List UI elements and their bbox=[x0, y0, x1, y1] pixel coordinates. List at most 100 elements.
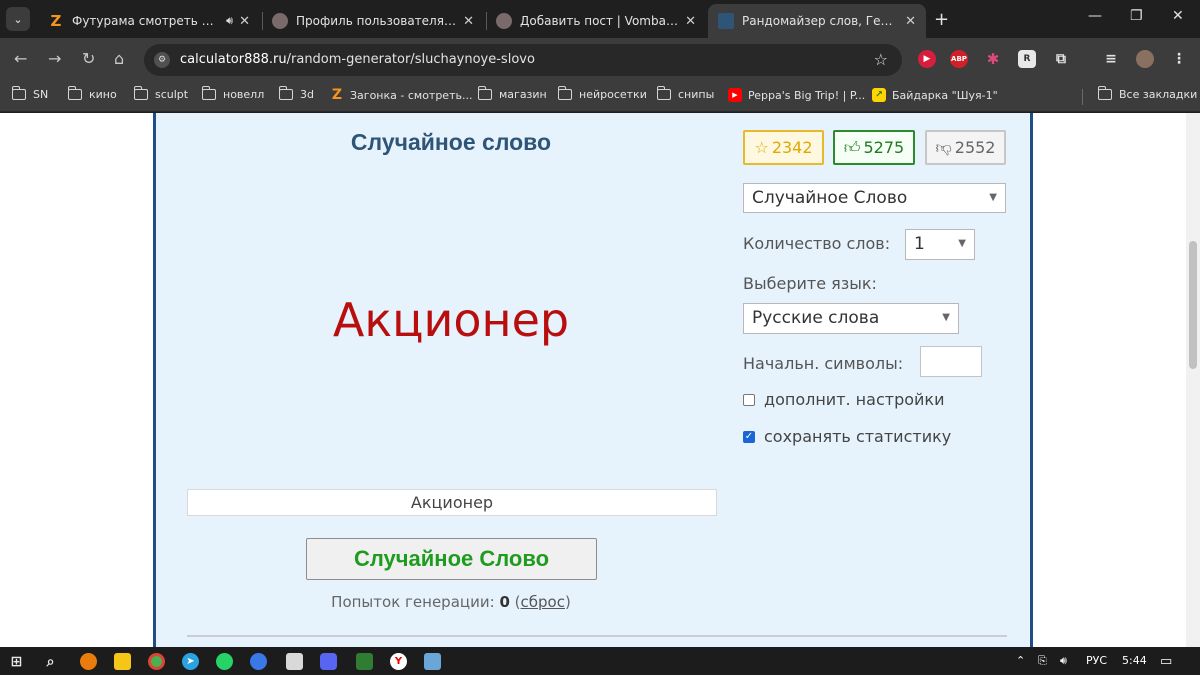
folder-icon bbox=[1097, 86, 1112, 100]
attempts-label: Попыток генерации: bbox=[331, 593, 495, 611]
bookmark-folder-neuro[interactable]: нейросетки bbox=[557, 86, 647, 101]
save-stats-toggle[interactable]: ✓ сохранять статистику bbox=[743, 427, 951, 446]
start-chars-input[interactable] bbox=[920, 346, 982, 377]
network-icon[interactable]: ⎘ bbox=[1038, 654, 1047, 668]
back-icon[interactable]: ← bbox=[14, 49, 27, 68]
page-scrollbar[interactable] bbox=[1186, 113, 1200, 647]
tab-vombat-post[interactable]: Добавить пост | Vombat.su ✕ bbox=[486, 4, 706, 38]
bookmark-folder-snipy[interactable]: снипы bbox=[656, 86, 714, 101]
generator-mode-value: Случайное Слово bbox=[752, 188, 908, 208]
reload-icon[interactable]: ↻ bbox=[82, 49, 95, 68]
tab-futurama[interactable]: Z Футурама смотреть онлай 🔊︎ ✕ bbox=[38, 4, 260, 38]
address-bar[interactable]: ⚙ calculator888.ru/random-generator/sluc… bbox=[144, 44, 902, 76]
new-tab-button[interactable]: + bbox=[934, 9, 949, 30]
app-icon[interactable] bbox=[356, 653, 373, 670]
volume-icon[interactable]: 🔊︎ bbox=[1060, 654, 1067, 668]
thumbs-up-icon: 👍︎ bbox=[843, 137, 861, 157]
site-favicon-icon: ↗ bbox=[872, 88, 886, 102]
windows-start-icon[interactable]: ⊞ bbox=[8, 653, 25, 670]
clock[interactable]: 5:44 bbox=[1122, 654, 1147, 667]
generated-word-field[interactable]: Акционер bbox=[187, 489, 717, 516]
whatsapp-icon[interactable] bbox=[216, 653, 233, 670]
tab-randomizer[interactable]: Рандомайзер слов, Генератор ✕ bbox=[708, 4, 926, 38]
speaker-icon[interactable]: 🔊︎ bbox=[226, 14, 233, 28]
favorites-count: 2342 bbox=[771, 138, 813, 157]
keyboard-language[interactable]: РУС bbox=[1086, 654, 1107, 667]
chevron-down-icon: ▼ bbox=[958, 238, 966, 249]
calculator-icon[interactable] bbox=[286, 653, 303, 670]
bookmark-folder-sn[interactable]: SN bbox=[11, 86, 48, 101]
bookmark-folder-novell[interactable]: новелл bbox=[201, 86, 264, 101]
generate-word-button[interactable]: Случайное Слово bbox=[306, 538, 597, 580]
close-icon[interactable]: ✕ bbox=[679, 14, 696, 29]
close-icon[interactable]: ✕ bbox=[899, 14, 916, 29]
scrollbar-thumb[interactable] bbox=[1189, 241, 1197, 369]
save-stats-checkbox[interactable]: ✓ bbox=[743, 430, 755, 443]
browser-icon[interactable] bbox=[250, 653, 267, 670]
tray-chevron-icon[interactable]: ⌃ bbox=[1016, 654, 1025, 667]
folder-icon bbox=[557, 86, 572, 100]
tab-title: Профиль пользователя PyKAM bbox=[296, 14, 457, 28]
word-count-select[interactable]: 1 ▼ bbox=[905, 229, 975, 260]
notifications-icon[interactable]: ▭ bbox=[1160, 654, 1172, 669]
generator-mode-select[interactable]: Случайное Слово ▼ bbox=[743, 183, 1006, 213]
bookmark-baidarka[interactable]: ↗ Байдарка "Шуя-1" bbox=[872, 88, 998, 102]
photos-icon[interactable] bbox=[424, 653, 441, 670]
wombat-favicon-icon bbox=[272, 13, 288, 29]
adblock-extension-icon[interactable]: ABP bbox=[950, 50, 968, 68]
r-extension-icon[interactable]: R bbox=[1018, 50, 1036, 68]
thumbs-down-icon: 👎︎ bbox=[935, 137, 952, 157]
wombat-favicon-icon bbox=[496, 13, 512, 29]
language-label: Выберите язык: bbox=[743, 274, 877, 293]
youtube-icon: ▶ bbox=[728, 88, 742, 102]
all-bookmarks-button[interactable]: Все закладки bbox=[1097, 86, 1197, 101]
puzzle-color-extension-icon[interactable]: ✱ bbox=[984, 50, 1002, 68]
chrome-icon[interactable] bbox=[148, 653, 165, 670]
bookmarks-divider bbox=[1082, 89, 1083, 105]
extra-settings-toggle[interactable]: дополнит. настройки bbox=[743, 390, 944, 409]
bookmark-folder-magazin[interactable]: магазин bbox=[477, 86, 547, 101]
extensions-icon[interactable]: ⧉ bbox=[1052, 50, 1070, 68]
dislike-button[interactable]: 👎︎ 2552 bbox=[925, 130, 1006, 165]
restore-icon[interactable]: ❐ bbox=[1130, 8, 1143, 24]
reset-link[interactable]: сброс bbox=[521, 593, 565, 611]
minimize-icon[interactable]: — bbox=[1088, 8, 1102, 24]
media-controls-icon[interactable]: ≡ bbox=[1102, 50, 1120, 68]
word-count-label: Количество слов: bbox=[743, 234, 891, 253]
language-select[interactable]: Русские слова ▼ bbox=[743, 303, 959, 334]
discord-icon[interactable] bbox=[320, 653, 337, 670]
search-icon[interactable]: ⌕ bbox=[42, 653, 59, 670]
bookmark-folder-sculpt[interactable]: sculpt bbox=[133, 86, 188, 101]
tab-search-button[interactable]: ⌄ bbox=[6, 7, 30, 31]
like-button[interactable]: 👍︎ 5275 bbox=[833, 130, 915, 165]
chevron-down-icon: ▼ bbox=[989, 192, 997, 203]
favorites-button[interactable]: ☆ 2342 bbox=[743, 130, 824, 165]
zagonka-favicon-icon: Z bbox=[331, 87, 343, 103]
bookmark-peppa[interactable]: ▶ Peppa's Big Trip! | P... bbox=[728, 88, 865, 102]
bookmark-zagonka[interactable]: Z Загонка - смотреть... bbox=[330, 87, 473, 103]
tab-pikabu-profile[interactable]: Профиль пользователя PyKAM ✕ bbox=[262, 4, 484, 38]
telegram-icon[interactable]: ➤ bbox=[182, 653, 199, 670]
yandex-icon[interactable]: Y bbox=[390, 653, 407, 670]
menu-icon[interactable]: ⋮ bbox=[1170, 50, 1188, 68]
music-extension-icon[interactable]: ▶ bbox=[918, 50, 936, 68]
likes-count: 5275 bbox=[863, 138, 905, 157]
home-icon[interactable]: ⌂ bbox=[114, 49, 124, 68]
folder-icon bbox=[201, 86, 216, 100]
blender-icon[interactable] bbox=[80, 653, 97, 670]
close-window-icon[interactable]: ✕ bbox=[1172, 8, 1184, 24]
profile-avatar-icon[interactable] bbox=[1136, 50, 1154, 68]
file-explorer-icon[interactable] bbox=[114, 653, 131, 670]
chevron-down-icon: ▼ bbox=[942, 312, 950, 323]
bookmark-folder-3d[interactable]: 3d bbox=[278, 86, 314, 101]
forward-icon[interactable]: → bbox=[48, 49, 61, 68]
site-info-icon[interactable]: ⚙ bbox=[154, 52, 170, 68]
bookmark-star-icon[interactable]: ☆ bbox=[874, 50, 888, 69]
generator-panel: Случайное слово ☆ 2342 👍︎ 5275 👎︎ 2552 Случ… bbox=[153, 113, 1033, 647]
bookmark-folder-kino[interactable]: кино bbox=[67, 86, 117, 101]
folder-icon bbox=[11, 86, 26, 100]
close-icon[interactable]: ✕ bbox=[457, 14, 474, 29]
language-value: Русские слова bbox=[752, 308, 880, 328]
close-icon[interactable]: ✕ bbox=[233, 14, 250, 29]
extra-settings-checkbox[interactable] bbox=[743, 393, 755, 406]
